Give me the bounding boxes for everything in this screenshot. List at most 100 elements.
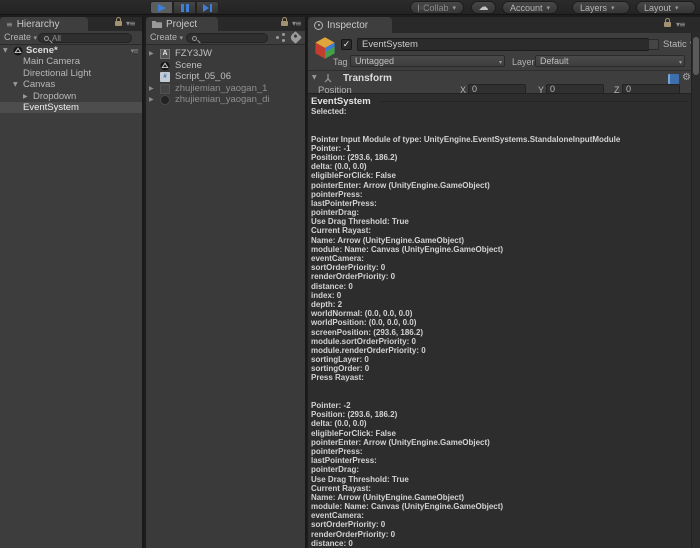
hierarchy-panel: ≡ Hierarchy ▾≡ Create ▾ All ▼Scene*▾≡Mai… (0, 17, 144, 548)
project-item-scene[interactable]: Scene (146, 60, 305, 72)
hierarchy-item-label: Dropdown (33, 91, 76, 102)
hierarchy-item-main-camera[interactable]: Main Camera (0, 56, 142, 67)
gear-icon[interactable]: ⚙ (682, 72, 691, 83)
step-button[interactable] (196, 1, 219, 14)
collab-dropdown[interactable]: Collab ▾ (410, 1, 464, 14)
debug-line: pointerDrag: (311, 208, 689, 217)
inspector-scrollbar[interactable] (691, 33, 700, 548)
tab-inspector[interactable]: Inspector (308, 17, 392, 33)
play-button[interactable] (150, 1, 173, 14)
project-item-fzy3jw[interactable]: ▶AFZY3JW (146, 48, 305, 60)
pause-button[interactable] (173, 1, 196, 14)
tag-dropdown[interactable]: Untagged ▾ (350, 55, 505, 67)
debug-line: Position: (293.6, 186.2) (311, 153, 689, 162)
tab-label: Inspector (327, 20, 368, 31)
fold-closed-icon[interactable]: ▶ (149, 94, 154, 106)
debug-line: sortOrderPriority: 0 (311, 263, 689, 272)
hierarchy-item-label: Directional Light (23, 68, 91, 79)
fold-closed-icon[interactable]: ▶ (149, 48, 154, 60)
transform-icon (323, 73, 333, 83)
debug-line: screenPosition: (293.6, 186.2) (311, 328, 689, 337)
hierarchy-item-dropdown[interactable]: ▶ Dropdown (0, 91, 142, 102)
debug-line: pointerEnter: Arrow (UnityEngine.GameObj… (311, 438, 689, 447)
debug-line: Use Drag Threshold: True (311, 475, 689, 484)
tab-hierarchy[interactable]: ≡ Hierarchy (0, 17, 88, 31)
transform-component-header[interactable]: ▼ Transform ⚙ (308, 70, 691, 84)
panel-menu-icon[interactable]: ▾≡ (292, 19, 301, 28)
hierarchy-item-scene[interactable]: ▼Scene*▾≡ (0, 45, 142, 56)
panel-menu-icon[interactable]: ▾≡ (676, 20, 685, 29)
hierarchy-search-input[interactable]: All (38, 33, 132, 43)
font-asset-icon: A (160, 49, 170, 59)
hierarchy-item-eventsystem[interactable]: EventSystem (0, 102, 142, 113)
project-item-zhujiemian-yaogan-di[interactable]: ▶zhujiemian_yaogan_di (146, 94, 305, 106)
search-icon (44, 36, 49, 41)
account-dropdown[interactable]: Account ▾ (502, 1, 558, 14)
search-icon (192, 36, 197, 41)
fold-open-icon[interactable]: ▼ (13, 79, 18, 90)
project-create-button[interactable]: Create ▾ (150, 32, 183, 42)
layer-dropdown[interactable]: Default ▾ (535, 55, 685, 67)
inspector-panel: Inspector ▾≡ ✓ EventSystem Static ▾ Tag … (308, 17, 700, 548)
layer-value: Default (540, 56, 569, 66)
tab-label: Project (166, 19, 197, 30)
cloud-icon: ☁ (479, 3, 489, 13)
chevron-down-icon: ▾ (675, 4, 688, 12)
project-search-input[interactable] (186, 33, 268, 43)
cloud-services-button[interactable]: ☁ (471, 1, 496, 14)
layout-dropdown[interactable]: Layout ▾ (636, 1, 696, 14)
lock-icon[interactable] (664, 22, 671, 27)
panel-menu-icon[interactable]: ▾≡ (126, 19, 135, 28)
hierarchy-create-button[interactable]: Create ▾ (4, 32, 37, 42)
chevron-down-icon: ▾ (611, 4, 622, 12)
account-label: Account (510, 3, 543, 13)
debug-line: delta: (0.0, 0.0) (311, 162, 689, 171)
fold-closed-icon[interactable]: ▶ (23, 91, 28, 102)
fold-closed-icon[interactable]: ▶ (149, 83, 154, 95)
active-checkbox[interactable]: ✓ (341, 39, 352, 50)
inspector-tabbar: Inspector ▾≡ (308, 17, 700, 33)
layers-dropdown[interactable]: Layers ▾ (572, 1, 630, 14)
debug-line: worldPosition: (0.0, 0.0, 0.0) (311, 318, 689, 327)
fold-open-icon[interactable]: ▼ (3, 45, 8, 56)
debug-blank-line (311, 392, 689, 401)
chevron-down-icon: ▾ (180, 34, 184, 42)
lock-icon[interactable] (115, 21, 122, 26)
lock-icon[interactable] (281, 21, 288, 26)
pause-icon (181, 4, 189, 12)
debug-line: eligibleForClick: False (311, 429, 689, 438)
debug-line: eligibleForClick: False (311, 171, 689, 180)
static-checkbox[interactable] (648, 39, 659, 50)
project-item-label: zhujiemian_yaogan_1 (175, 83, 267, 95)
hierarchy-item-directional-light[interactable]: Directional Light (0, 68, 142, 79)
asset-labels-icon[interactable] (289, 31, 302, 44)
project-item-script-05-06[interactable]: #Script_05_06 (146, 71, 305, 83)
create-label: Create (4, 32, 31, 42)
fold-open-icon[interactable]: ▼ (312, 74, 317, 81)
create-label: Create (150, 32, 177, 42)
asset-store-icon[interactable] (276, 33, 285, 42)
eventsystem-section-title: EventSystem (311, 96, 371, 107)
collab-icon (418, 4, 419, 12)
tab-project[interactable]: Project (146, 17, 218, 31)
debug-line: Position: (293.6, 186.2) (311, 410, 689, 419)
help-book-icon[interactable] (668, 74, 679, 84)
sprite-asset-icon (160, 95, 170, 105)
hierarchy-item-canvas[interactable]: ▼Canvas (0, 79, 142, 90)
layers-label: Layers (580, 3, 607, 13)
debug-line: depth: 2 (311, 300, 689, 309)
debug-line: module: Name: Canvas (UnityEngine.GameOb… (311, 245, 689, 254)
debug-line: renderOrderPriority: 0 (311, 272, 689, 281)
gameobject-name-field[interactable]: EventSystem (357, 38, 649, 51)
debug-line: index: 0 (311, 291, 689, 300)
project-item-zhujiemian-yaogan-1[interactable]: ▶ zhujiemian_yaogan_1 (146, 83, 305, 95)
debug-line: module.sortOrderPriority: 0 (311, 337, 689, 346)
scrollbar-thumb[interactable] (693, 37, 699, 75)
eventsystem-debug-text: Selected:Pointer Input Module of type: U… (311, 107, 689, 548)
debug-line: module: Name: Canvas (UnityEngine.GameOb… (311, 502, 689, 511)
debug-line: sortingOrder: 0 (311, 364, 689, 373)
transform-title: Transform (343, 73, 392, 84)
hierarchy-item-label: Scene* (26, 45, 58, 56)
project-item-label: Script_05_06 (175, 71, 231, 83)
debug-line: pointerEnter: Arrow (UnityEngine.GameObj… (311, 181, 689, 190)
